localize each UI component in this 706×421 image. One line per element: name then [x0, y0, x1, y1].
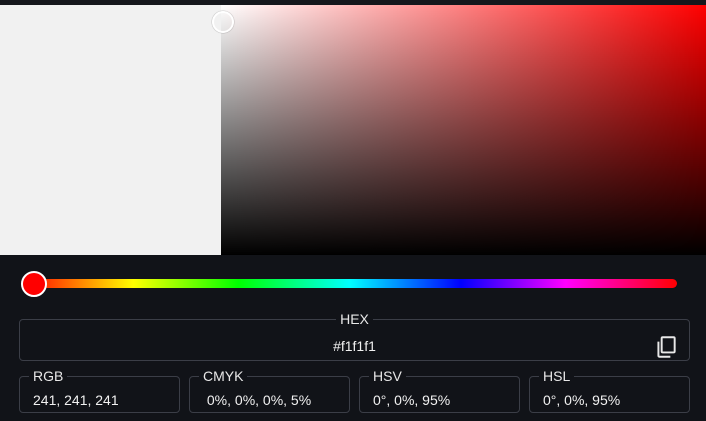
color-preview — [0, 5, 221, 255]
rgb-field: RGB 241, 241, 241 — [19, 369, 180, 413]
hsv-label: HSV — [373, 368, 402, 384]
hsl-field: HSL 0°, 0%, 95% — [529, 369, 690, 413]
rgb-label: RGB — [33, 368, 64, 384]
hsv-field: HSV 0°, 0%, 95% — [359, 369, 520, 413]
hex-label: HEX — [340, 311, 369, 327]
cmyk-field: CMYK 0%, 0%, 0%, 5% — [189, 369, 350, 413]
rgb-value[interactable]: 241, 241, 241 — [33, 392, 119, 408]
saturation-value-area[interactable] — [212, 5, 706, 255]
cmyk-label: CMYK — [203, 368, 244, 384]
hex-value[interactable]: #f1f1f1 — [20, 338, 689, 354]
hex-field: HEX #f1f1f1 — [19, 312, 690, 361]
hsv-value[interactable]: 0°, 0%, 95% — [373, 392, 450, 408]
hsl-label: HSL — [543, 368, 571, 384]
saturation-value-handle[interactable] — [212, 10, 234, 33]
cmyk-value[interactable]: 0%, 0%, 0%, 5% — [203, 392, 311, 408]
hsl-value[interactable]: 0°, 0%, 95% — [543, 392, 620, 408]
hue-slider-track[interactable] — [22, 279, 677, 288]
copy-icon[interactable] — [653, 334, 679, 360]
hue-slider-handle[interactable] — [21, 271, 47, 297]
